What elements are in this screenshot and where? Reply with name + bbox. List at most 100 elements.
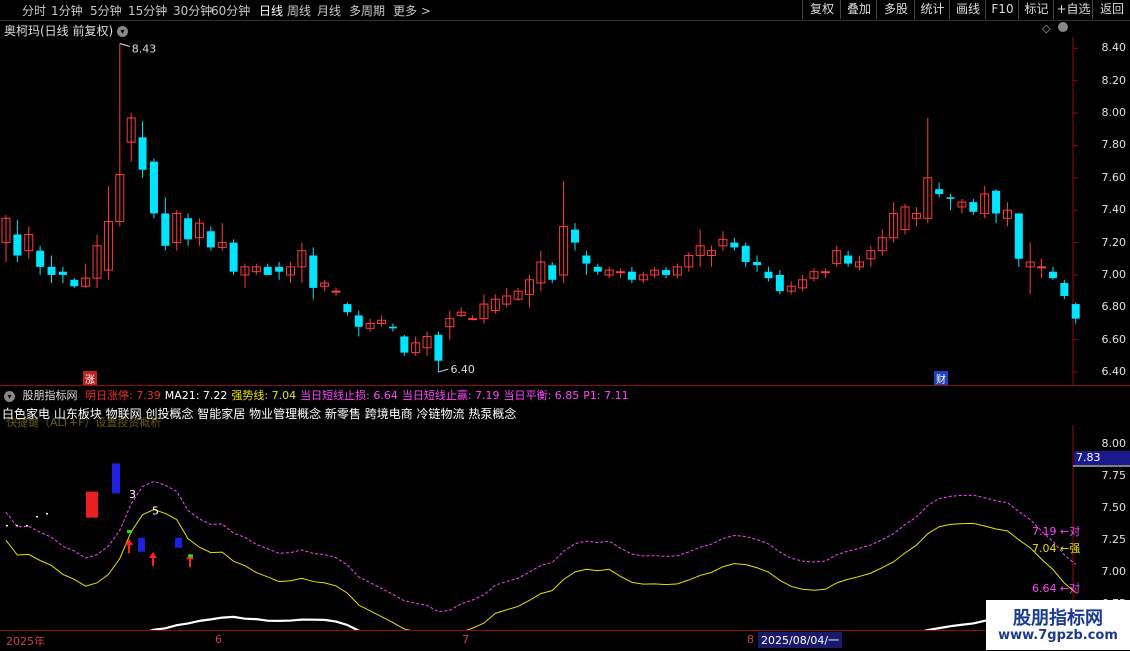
period-10[interactable]: 更多 > <box>393 2 431 19</box>
watermark-title: 股朋指标网 <box>1013 608 1103 629</box>
candle <box>229 239 238 275</box>
right-value-label: 6.64 ←对 <box>1032 582 1081 595</box>
candle <box>935 182 944 198</box>
tool-button-8[interactable]: 返回 <box>1092 0 1130 19</box>
date-month-6: 6 <box>215 633 222 646</box>
candle <box>161 197 170 251</box>
candle <box>24 226 34 259</box>
candle <box>47 255 56 284</box>
candle <box>490 294 500 314</box>
candle <box>582 250 591 275</box>
ma21-line <box>149 612 1076 630</box>
candle <box>81 263 91 288</box>
tool-button-1[interactable]: 叠加 <box>840 0 877 19</box>
trail-dot <box>46 512 48 515</box>
candle <box>445 310 455 340</box>
indicator-value: 当日平衡: 6.85 <box>503 389 580 402</box>
price-axis-label: 8.20 <box>1101 73 1127 87</box>
period-7[interactable]: 周线 <box>287 2 311 19</box>
candle <box>434 331 443 373</box>
candle <box>798 274 808 292</box>
candle <box>571 223 579 251</box>
candle <box>536 250 546 292</box>
tool-button-3[interactable]: 统计 <box>914 0 950 19</box>
candle <box>548 261 557 284</box>
candle <box>764 266 773 282</box>
tool-button-2[interactable]: 多股 <box>876 0 915 19</box>
buy-arrow-icon <box>125 539 133 554</box>
candle <box>1002 202 1012 227</box>
period-0[interactable]: 分时 <box>22 2 46 19</box>
tool-button-6[interactable]: 标记 <box>1018 0 1054 19</box>
indicator-value: 强势线: 7.04 <box>231 389 297 402</box>
date-month-7: 7 <box>462 633 469 646</box>
price-axis-label: 7.80 <box>1101 138 1127 152</box>
stock-title-text: 奥柯玛(日线 前复权) <box>4 24 114 38</box>
candle <box>422 331 432 356</box>
candle <box>263 263 272 275</box>
candle <box>969 198 978 216</box>
period-3[interactable]: 15分钟 <box>128 2 167 19</box>
indicator-menu-icon[interactable]: ▾ <box>4 390 15 402</box>
indicator-axis-label: 8.00 <box>1101 437 1127 451</box>
period-1[interactable]: 1分钟 <box>51 2 83 19</box>
candle <box>275 261 284 280</box>
candle <box>286 261 295 284</box>
signal-blue-box <box>175 537 182 548</box>
candle <box>753 255 762 272</box>
date-month-8: 8 <box>747 633 754 646</box>
right-value-label: 7.19 ←对 <box>1032 525 1081 538</box>
candle <box>365 318 375 332</box>
candle <box>923 117 933 224</box>
candle <box>331 287 341 296</box>
tool-button-5[interactable]: F10 <box>985 0 1019 19</box>
tool-button-0[interactable]: 复权 <box>802 0 841 19</box>
period-5[interactable]: 60分钟 <box>211 2 250 19</box>
candle <box>638 271 648 284</box>
candle <box>36 245 45 275</box>
candle <box>877 229 887 256</box>
period-2[interactable]: 5分钟 <box>90 2 122 19</box>
candle <box>775 270 784 295</box>
signal-blue-box <box>138 537 145 552</box>
high-price-label: 8.43 <box>132 42 157 55</box>
candle <box>1014 213 1023 267</box>
candle <box>889 202 899 243</box>
marker-five: 5 <box>152 505 159 518</box>
tool-button-4[interactable]: 画线 <box>949 0 986 19</box>
candle <box>820 268 830 279</box>
candle <box>13 219 22 262</box>
candle <box>240 263 250 288</box>
candle <box>809 268 819 282</box>
tool-button-7[interactable]: +自选 <box>1053 0 1093 19</box>
date-year: 2025年 <box>6 635 45 648</box>
price-axis-label: 7.60 <box>1101 170 1127 184</box>
period-4[interactable]: 30分钟 <box>173 2 212 19</box>
candle <box>604 266 614 279</box>
concept-tags: 白色家电 山东板块 物联网 创投概念 智能家居 物业管理概念 新零售 跨境电商 … <box>2 407 517 421</box>
period-6[interactable]: 日线 <box>259 2 283 19</box>
buy-arrow-icon <box>149 551 157 566</box>
indicator-axis-label: 7.75 <box>1101 469 1127 483</box>
strong-line <box>5 509 1077 630</box>
candle <box>138 121 147 178</box>
candle <box>513 287 523 301</box>
zoom-icon[interactable] <box>1058 22 1068 32</box>
period-9[interactable]: 多周期 <box>349 2 385 19</box>
candle <box>593 263 602 275</box>
dropdown-icon[interactable]: ▾ <box>117 26 129 37</box>
marker-three: 3 <box>129 488 136 501</box>
candle <box>946 194 955 211</box>
price-axis-label: 8.40 <box>1101 41 1127 55</box>
signal-red-box <box>86 491 98 518</box>
period-8[interactable]: 月线 <box>317 2 341 19</box>
indicator-name[interactable]: 股朋指标网 <box>23 389 78 402</box>
indicator-axis-label: 7.50 <box>1101 501 1127 515</box>
diamond-icon[interactable]: ◇ <box>1042 22 1050 35</box>
panel-divider <box>0 385 1130 386</box>
trail-dot <box>26 524 28 527</box>
trail-dot <box>16 524 18 527</box>
price-axis-label: 6.40 <box>1101 365 1127 379</box>
indicator-value: 明日涨停: 7.39 <box>85 389 161 402</box>
watermark-url: www.7gpzb.com <box>998 628 1118 643</box>
